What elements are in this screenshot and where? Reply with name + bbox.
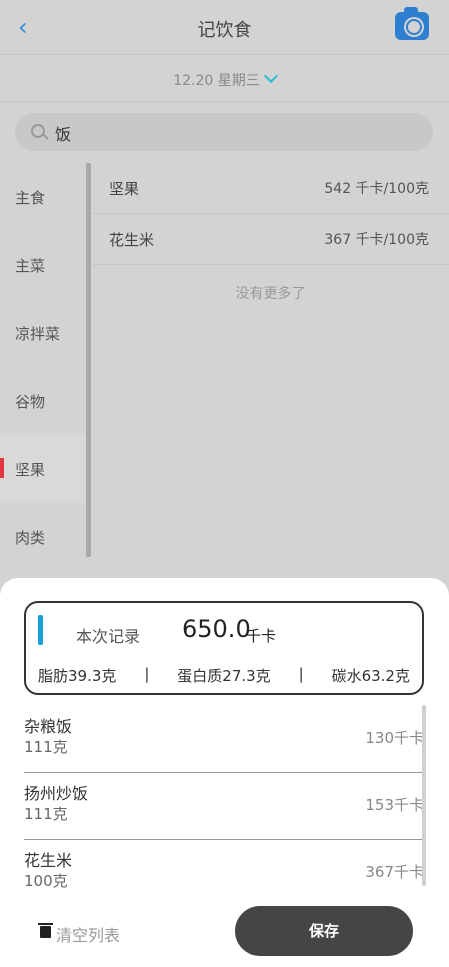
food-name: 花生米 <box>109 231 155 249</box>
page-title: 记饮食 <box>197 20 252 41</box>
carbs-value: 碳水63.2克 <box>331 667 410 685</box>
search-bar[interactable] <box>15 113 433 151</box>
no-more-text: 没有更多了 <box>235 286 306 302</box>
category-item-grain[interactable]: 谷物 <box>0 367 89 435</box>
category-item-cold-dish[interactable]: 凉拌菜 <box>0 299 89 367</box>
record-weight: 111克 <box>24 738 68 756</box>
record-name: 杂粮饭 <box>24 717 73 736</box>
clear-list-button[interactable]: 清空列表 <box>56 922 120 946</box>
header: ‹ 记饮食 <box>0 0 449 55</box>
record-item[interactable]: 扬州炒饭 111克 153千卡 <box>24 772 424 840</box>
record-weight: 111克 <box>24 805 68 823</box>
search-icon <box>31 124 45 138</box>
summary-card: 本次记录 650.0 千卡 脂肪39.3克 | 蛋白质27.3克 | 碳水63.… <box>24 601 424 695</box>
category-label: 主食 <box>15 189 46 207</box>
macro-separator: | <box>144 665 150 683</box>
search-input[interactable] <box>53 120 417 146</box>
category-item-nuts[interactable]: 坚果 <box>0 435 89 503</box>
category-scrollbar[interactable] <box>86 163 91 557</box>
record-item[interactable]: 花生米 100克 367千卡 <box>24 839 424 906</box>
category-label: 主菜 <box>15 257 46 275</box>
date-selector[interactable]: 12.20 星期三 <box>0 55 449 102</box>
record-name: 花生米 <box>24 851 73 870</box>
record-weight: 100克 <box>24 872 68 890</box>
record-calories: 130千卡 <box>365 729 424 747</box>
record-name: 扬州炒饭 <box>24 784 89 803</box>
summary-label: 本次记录 <box>76 627 141 646</box>
record-calories: 367千卡 <box>365 863 424 881</box>
category-label: 凉拌菜 <box>15 325 61 343</box>
app-screen: ‹ 记饮食 12.20 星期三 主食 主菜 凉拌菜 谷物 坚果 肉类 坚果 54… <box>0 0 449 967</box>
macro-row: 脂肪39.3克 | 蛋白质27.3克 | 碳水63.2克 <box>38 665 410 686</box>
category-label: 肉类 <box>15 529 46 547</box>
record-scrollbar[interactable] <box>422 705 426 886</box>
category-item-meat[interactable]: 肉类 <box>0 503 89 571</box>
record-item[interactable]: 杂粮饭 111克 130千卡 <box>24 705 424 773</box>
food-name: 坚果 <box>109 180 140 198</box>
chevron-down-icon <box>263 68 278 84</box>
calorie-unit: 千卡 <box>246 627 277 645</box>
trash-icon[interactable] <box>38 923 53 938</box>
food-calories: 367 千卡/100克 <box>324 232 429 248</box>
category-label: 谷物 <box>15 393 46 411</box>
camera-icon[interactable] <box>395 7 429 40</box>
category-label: 坚果 <box>15 461 46 479</box>
camera-lens <box>406 19 422 35</box>
food-item[interactable]: 坚果 542 千卡/100克 <box>92 163 449 214</box>
date-label: 12.20 星期三 <box>173 73 260 89</box>
food-item[interactable]: 花生米 367 千卡/100克 <box>92 214 449 265</box>
total-calories: 650.0 <box>182 615 251 643</box>
food-calories: 542 千卡/100克 <box>324 181 429 197</box>
category-item-main-dish[interactable]: 主菜 <box>0 231 89 299</box>
macro-separator: | <box>298 665 304 683</box>
summary-accent-bar <box>38 615 43 645</box>
category-list: 主食 主菜 凉拌菜 谷物 坚果 肉类 <box>0 163 89 583</box>
fat-value: 脂肪39.3克 <box>38 667 117 685</box>
save-button[interactable]: 保存 <box>235 906 413 956</box>
record-calories: 153千卡 <box>365 796 424 814</box>
category-item-staple[interactable]: 主食 <box>0 163 89 231</box>
protein-value: 蛋白质27.3克 <box>177 667 271 685</box>
